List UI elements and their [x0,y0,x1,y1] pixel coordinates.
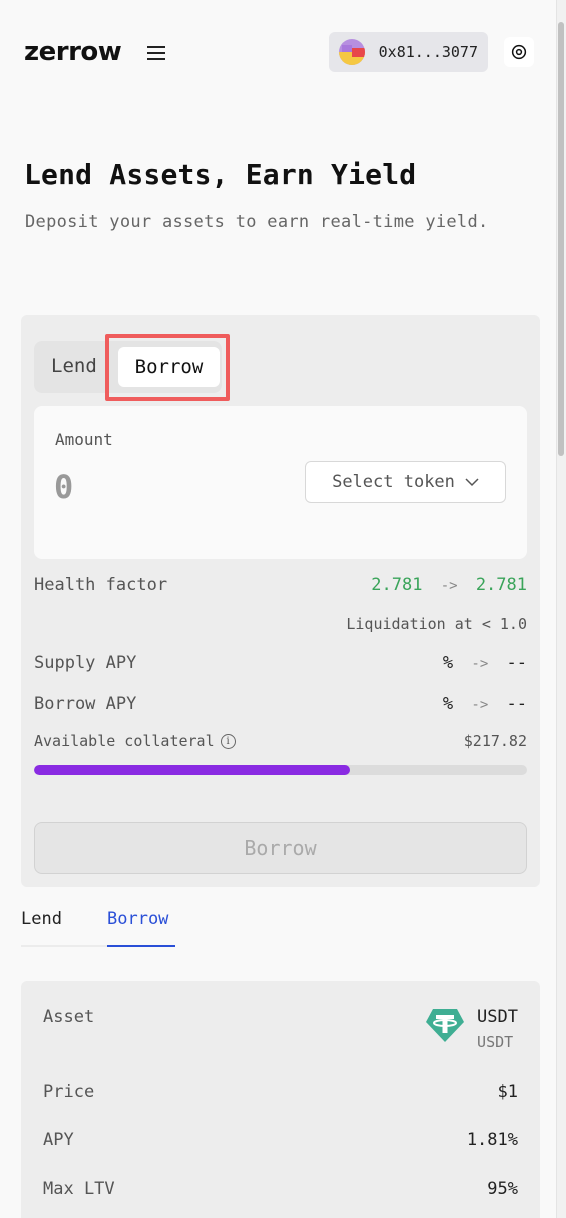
amount-label: Amount [55,430,113,449]
settings-button[interactable] [504,37,534,67]
info-icon[interactable]: i [220,734,236,749]
select-token-label: Select token [332,472,455,492]
wallet-button[interactable]: 0x81...3077 [328,32,488,72]
health-factor-from: 2.781 [371,575,423,595]
asset-card[interactable]: Asset USDT USDT Price $1 APY 1.81% Max L… [21,981,540,1218]
collateral-progress-bar [34,765,527,775]
settings-gear-icon [511,44,527,60]
borrow-submit-button[interactable]: Borrow [34,822,527,874]
borrow-apy-from: % [442,694,454,714]
scrollbar-thumb[interactable] [558,22,564,456]
health-factor-to: 2.781 [475,575,527,595]
hamburger-menu-icon[interactable] [147,44,167,60]
toggle-lend[interactable]: Lend [51,355,97,377]
liquidation-row: Liquidation at < 1.0 [34,615,527,633]
tab-active-underline [107,945,175,947]
amount-input[interactable]: 0 [54,468,73,506]
wallet-avatar [338,39,365,65]
apy-label: APY [43,1130,74,1150]
asset-label: Asset [43,1007,95,1027]
lend-borrow-card: Lend Borrow Amount 0 Select token Health… [21,315,540,887]
tab-underline-track [21,945,107,947]
select-token-button[interactable]: Select token [305,461,506,503]
price-row: Price $1 [43,1082,518,1102]
chevron-down-icon [465,478,479,487]
supply-apy-from: % [442,653,454,673]
tab-lend[interactable]: Lend [21,909,62,929]
amount-panel: Amount 0 Select token [34,406,527,559]
app-logo[interactable]: zerrow [24,37,122,67]
toggle-borrow[interactable]: Borrow [118,347,220,387]
borrow-apy-to: -- [506,694,527,714]
apy-value: 1.81% [466,1130,518,1150]
wallet-address: 0x81...3077 [378,43,478,61]
collateral-progress-fill [34,765,350,775]
borrow-apy-arrow: -> [471,697,489,713]
available-collateral-row: Available collateral i $217.82 [34,732,527,750]
health-factor-row: Health factor 2.781 -> 2.781 [34,575,527,595]
max-ltv-label: Max LTV [43,1179,115,1199]
asset-subtitle: USDT [477,1033,514,1051]
max-ltv-value: 95% [487,1179,518,1199]
page-title: Lend Assets, Earn Yield [24,158,417,191]
borrow-apy-label: Borrow APY [34,694,137,714]
tab-borrow[interactable]: Borrow [107,909,168,929]
supply-apy-to: -- [506,653,527,673]
health-factor-arrow: -> [440,578,458,594]
collateral-value: $217.82 [463,732,527,750]
price-label: Price [43,1082,95,1102]
price-value: $1 [497,1082,518,1102]
supply-apy-row: Supply APY % -> -- [34,653,527,673]
top-header: zerrow 0x81...3077 [24,32,534,72]
collateral-label: Available collateral [34,732,215,750]
lend-borrow-toggle: Lend Borrow [34,341,222,393]
page-subtitle: Deposit your assets to earn real-time yi… [25,212,489,232]
page-scrollbar[interactable] [556,0,566,1218]
asset-symbol: USDT [477,1007,518,1027]
supply-apy-arrow: -> [471,656,489,672]
health-factor-label: Health factor [34,575,168,595]
borrow-apy-row: Borrow APY % -> -- [34,694,527,714]
market-tabs: Lend Borrow [21,905,181,949]
liquidation-note: Liquidation at < 1.0 [346,615,527,633]
usdt-token-icon [426,1009,465,1042]
supply-apy-label: Supply APY [34,653,137,673]
asset-row: Asset USDT USDT [43,1007,518,1051]
apy-row: APY 1.81% [43,1130,518,1150]
max-ltv-row: Max LTV 95% [43,1179,518,1199]
